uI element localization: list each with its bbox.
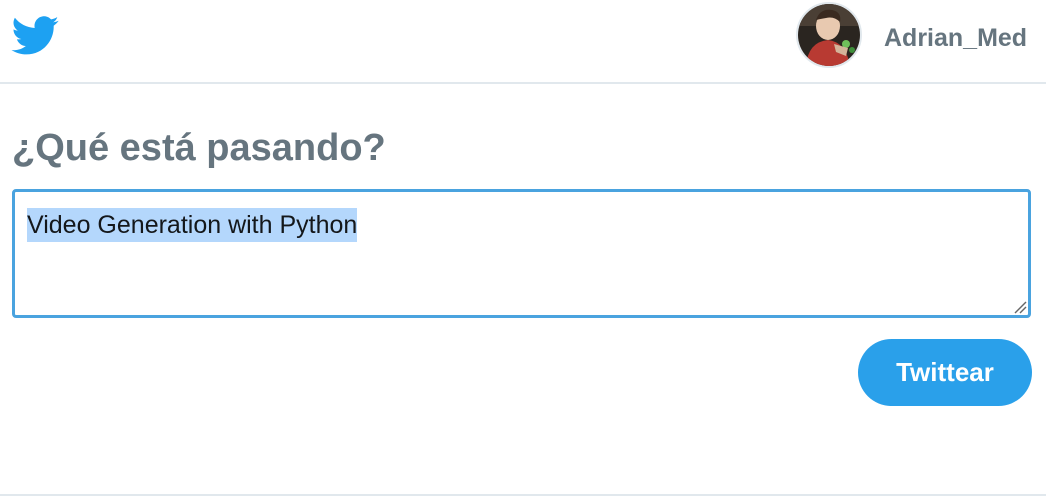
user-avatar-icon	[798, 4, 860, 66]
divider	[0, 494, 1046, 496]
compose-prompt: ¿Qué está pasando?	[12, 127, 386, 169]
tweet-text-selected[interactable]: Video Generation with Python	[27, 208, 358, 242]
tweet-button[interactable]: Twittear	[858, 339, 1032, 406]
tweet-textarea[interactable]: Video Generation with Python	[12, 189, 1031, 318]
avatar[interactable]	[796, 2, 862, 68]
resize-handle-icon[interactable]	[1013, 300, 1027, 314]
username[interactable]: Adrian_Med	[884, 24, 1027, 52]
twitter-bird-icon[interactable]	[11, 16, 60, 56]
top-bar: Adrian_Med	[0, 0, 1046, 84]
